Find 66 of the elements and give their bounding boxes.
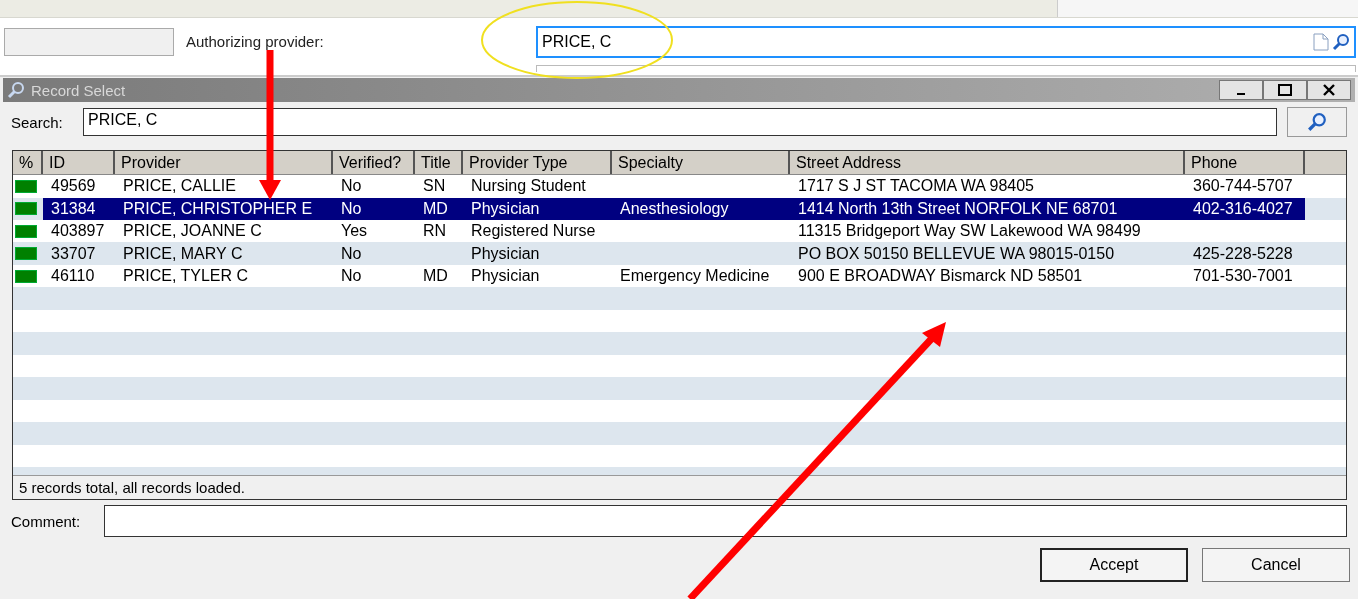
table-cell: No — [341, 199, 362, 218]
table-row[interactable]: 31384 PRICE, CHRISTOPHER E No MD Physician Anesthesiology 1414 North 13th Street NORFOLK NE 68701 402-316-4027 — [43, 197, 1305, 220]
close-icon — [1322, 84, 1336, 96]
table-cell: PRICE, CHRISTOPHER E — [123, 199, 313, 218]
table-cell: Nursing Student — [471, 177, 586, 196]
status-icon — [15, 247, 37, 261]
search-icon[interactable] — [1332, 32, 1350, 51]
provider-field[interactable]: PRICE, C — [536, 25, 1356, 58]
table-cell: 46110 — [51, 267, 95, 286]
table-row[interactable]: 403897 PRICE, JOANNE C Yes RN Registered Nurse 11315 Bridgeport Way SW Lakewood WA 98499 — [43, 220, 1305, 243]
table-row[interactable]: 46110 PRICE, TYLER C No MD Physician Emergency Medicine 900 E BROADWAY Bismarck ND 58501 701-530-7001 — [43, 265, 1305, 288]
table-cell: SN — [423, 177, 446, 196]
search-button[interactable] — [1287, 107, 1347, 137]
table-cell: Emergency Medicine — [620, 267, 770, 286]
search-icon — [1307, 112, 1327, 132]
status-icon — [15, 202, 37, 216]
maximize-icon — [1278, 84, 1292, 96]
table-cell: RN — [423, 222, 447, 241]
table-cell: MD — [423, 267, 448, 286]
status-icon — [15, 179, 37, 193]
table-cell: 402-316-4027 — [1193, 199, 1293, 218]
table-cell: PRICE, MARY C — [123, 244, 243, 263]
table-cell: No — [341, 244, 362, 263]
table-cell: MD — [423, 199, 448, 218]
table-row[interactable]: 33707 PRICE, MARY C No Physician PO BOX 50150 BELLEVUE WA 98015-0150 425-228-5228 — [43, 242, 1305, 265]
table-cell: 403897 — [51, 222, 105, 241]
minimize-icon — [1237, 93, 1245, 95]
table-cell: 900 E BROADWAY Bismarck ND 58501 — [798, 267, 1083, 286]
close-button[interactable] — [1307, 80, 1351, 100]
table-cell: 1414 North 13th Street NORFOLK NE 68701 — [798, 199, 1118, 218]
search-field[interactable]: PRICE, C — [83, 108, 1277, 136]
maximize-button[interactable] — [1263, 80, 1307, 100]
table-cell: Physician — [471, 244, 540, 263]
search-label: Search: — [11, 113, 64, 131]
table-cell: No — [341, 177, 362, 196]
table-cell: Physician — [471, 267, 540, 286]
status-text: 5 records total, all records loaded. — [13, 475, 1346, 499]
table-cell: PRICE, TYLER C — [123, 267, 249, 286]
window-title: Record Select — [31, 81, 126, 99]
table-cell: No — [341, 267, 362, 286]
table-cell: PRICE, CALLIE — [123, 177, 236, 196]
table-cell: 11315 Bridgeport Way SW Lakewood WA 98499 — [798, 222, 1141, 241]
table-cell: PRICE, JOANNE C — [123, 222, 262, 241]
status-icon — [15, 224, 37, 238]
table-cell: Registered Nurse — [471, 222, 596, 241]
status-icon — [15, 269, 37, 283]
table-row[interactable]: 49569 PRICE, CALLIE No SN Nursing Student 1717 S J ST TACOMA WA 98405 360-744-5707 — [43, 175, 1305, 198]
table-cell: PO BOX 50150 BELLEVUE WA 98015-0150 — [798, 244, 1115, 263]
table-cell: Physician — [471, 199, 540, 218]
accept-button[interactable]: Accept — [1040, 548, 1188, 582]
input-field[interactable] — [536, 65, 1356, 72]
table-cell: 33707 — [51, 244, 96, 263]
table-cell: 31384 — [51, 199, 96, 218]
comment-label: Comment: — [11, 512, 82, 530]
cancel-button[interactable]: Cancel — [1202, 548, 1350, 582]
table-cell: 49569 — [51, 177, 96, 196]
table-cell: 425-228-5228 — [1193, 244, 1293, 263]
table-cell: 360-744-5707 — [1193, 177, 1293, 196]
table-cell: Yes — [341, 222, 368, 241]
comment-field[interactable] — [104, 505, 1347, 537]
field-label: Authorizing provider: — [186, 33, 325, 50]
table-cell: Anesthesiology — [620, 199, 729, 218]
search-icon — [7, 81, 25, 99]
minimize-button[interactable] — [1219, 80, 1263, 100]
table-cell: 701-530-7001 — [1193, 267, 1293, 286]
table-cell: 1717 S J ST TACOMA WA 98405 — [798, 177, 1034, 196]
